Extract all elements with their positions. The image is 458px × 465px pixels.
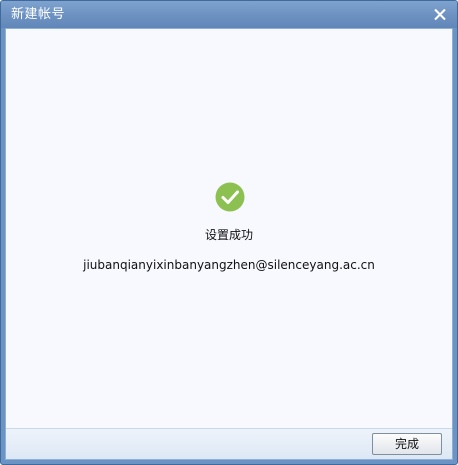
account-address: jiubanqianyixinbanyangzhen@silenceyang.a… bbox=[83, 258, 375, 272]
success-message: 设置成功 bbox=[204, 228, 253, 242]
close-icon bbox=[434, 8, 446, 21]
checkmark-circle-icon bbox=[215, 182, 245, 212]
dialog-body: 设置成功 jiubanqianyixinbanyangzhen@silencey… bbox=[5, 28, 453, 460]
window-title: 新建帐号 bbox=[11, 7, 66, 22]
result-panel: 设置成功 jiubanqianyixinbanyangzhen@silencey… bbox=[6, 29, 452, 428]
title-bar[interactable]: 新建帐号 bbox=[1, 1, 457, 28]
footer-bar: 完成 bbox=[6, 428, 452, 459]
dialog-window: 新建帐号 设置成功 jiubanqianyixinbanyangzhen@sil… bbox=[0, 0, 458, 465]
finish-button[interactable]: 完成 bbox=[372, 433, 442, 455]
close-button[interactable] bbox=[429, 4, 451, 25]
